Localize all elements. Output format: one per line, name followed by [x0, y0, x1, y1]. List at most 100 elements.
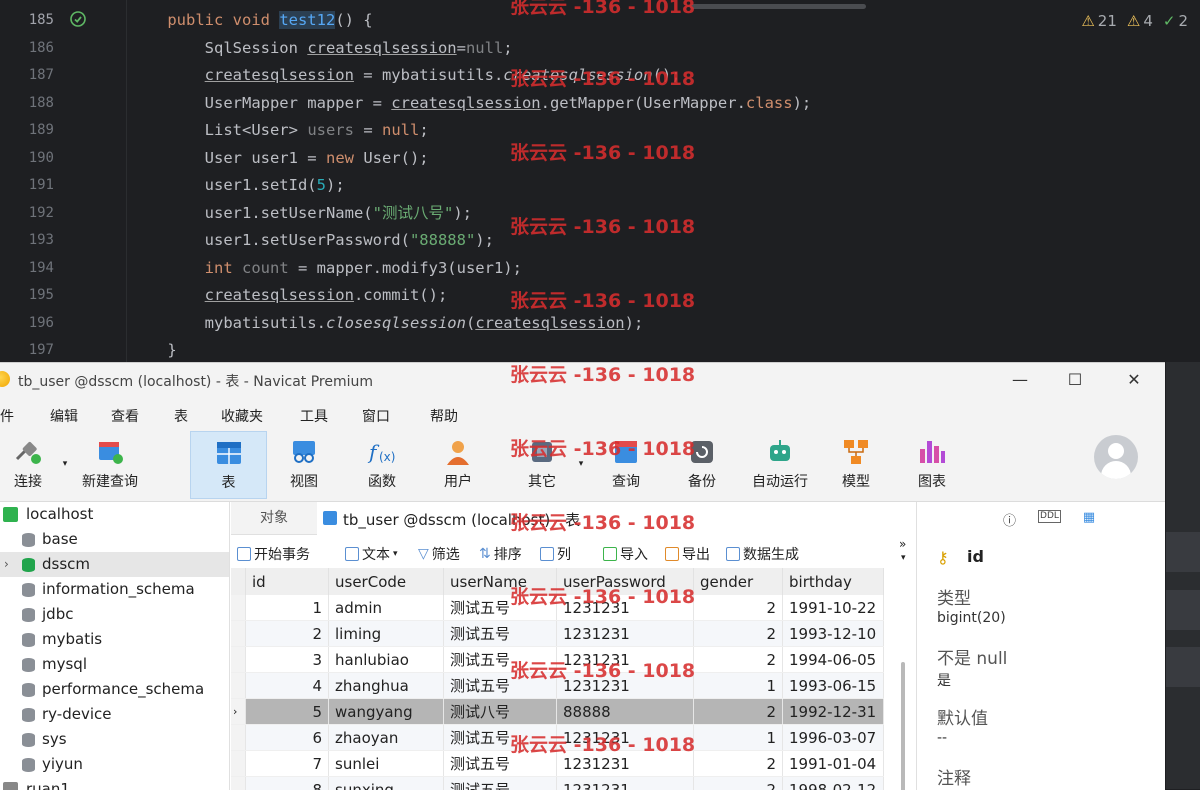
tree-db-information-schema[interactable]: information_schema — [0, 577, 229, 602]
table-row[interactable]: 6zhaoyan测试五号123123111996-03-07 — [231, 725, 884, 751]
close-button[interactable]: ✕ — [1111, 367, 1157, 393]
query-button[interactable]: 查询 — [594, 431, 658, 499]
grid-cell[interactable]: 2 — [694, 595, 783, 621]
connection-tree[interactable]: localhost base ›dsscm information_schema… — [0, 502, 230, 790]
grid-cell[interactable]: wangyang — [329, 699, 444, 725]
data-grid[interactable]: id userCode userName userPassword gender… — [231, 568, 893, 790]
grid-cell[interactable]: 5 — [246, 699, 329, 725]
chart-button[interactable]: 图表 — [900, 431, 964, 499]
filter-button[interactable]: ▽筛选 — [418, 544, 460, 564]
menu-help[interactable]: 帮助 — [430, 406, 458, 426]
menu-edit[interactable]: 编辑 — [50, 406, 78, 426]
tree-db-jdbc[interactable]: jdbc — [0, 602, 229, 627]
tree-db-ry-device[interactable]: ry-device — [0, 702, 229, 727]
grid-cell[interactable]: 1 — [694, 673, 783, 699]
user-button[interactable]: 用户 — [426, 431, 490, 499]
grid-cell[interactable]: 1231231 — [557, 621, 694, 647]
row-marker[interactable] — [231, 673, 246, 699]
code-area[interactable]: public void test12() { SqlSession create… — [130, 7, 811, 362]
weak-warnings-count[interactable]: ⚠4 — [1127, 12, 1153, 30]
grid-cell[interactable]: 88888 — [557, 699, 694, 725]
backup-button[interactable]: 备份 — [670, 431, 734, 499]
navicat-window[interactable]: tb_user @dsscm (localhost) - 表 - Navicat… — [0, 362, 1165, 790]
tree-connection-localhost[interactable]: localhost — [0, 502, 229, 527]
grid-icon[interactable]: ▦ — [1083, 510, 1095, 529]
grid-cell[interactable]: 2 — [694, 647, 783, 673]
tab-objects[interactable]: 对象 — [231, 502, 317, 534]
view-button[interactable]: 视图 — [272, 431, 336, 499]
other-button[interactable]: 其它 — [510, 431, 574, 499]
grid-cell[interactable]: 2 — [694, 777, 783, 790]
grid-cell[interactable]: 4 — [246, 673, 329, 699]
grid-cell[interactable]: 1994-06-05 — [783, 647, 884, 673]
menu-tools[interactable]: 工具 — [300, 406, 328, 426]
grid-cell[interactable]: 测试五号 — [444, 673, 557, 699]
column-header[interactable]: userName — [444, 568, 557, 595]
automation-button[interactable]: 自动运行 — [744, 431, 816, 499]
menu-table[interactable]: 表 — [174, 406, 188, 426]
grid-cell[interactable]: 2 — [694, 751, 783, 777]
grid-cell[interactable]: 1991-01-04 — [783, 751, 884, 777]
ddl-icon[interactable]: DDL — [1038, 510, 1061, 523]
more-chevron-icon[interactable]: » — [899, 537, 906, 551]
grid-cell[interactable]: 测试五号 — [444, 621, 557, 647]
rail-button[interactable] — [1166, 532, 1200, 572]
title-bar[interactable]: tb_user @dsscm (localhost) - 表 - Navicat… — [0, 363, 1165, 397]
row-marker[interactable] — [231, 647, 246, 673]
table-button[interactable]: 表 — [190, 431, 267, 499]
tree-db-yiyun[interactable]: yiyun — [0, 752, 229, 777]
grid-cell[interactable]: 测试五号 — [444, 751, 557, 777]
connect-button[interactable]: 连接 — [0, 431, 56, 499]
row-marker[interactable] — [231, 777, 246, 790]
info-icon[interactable]: ⓘ — [1003, 510, 1016, 529]
grid-cell[interactable]: sunlei — [329, 751, 444, 777]
grid-cell[interactable]: sunxing — [329, 777, 444, 790]
grid-cell[interactable]: 1993-06-15 — [783, 673, 884, 699]
tree-db-base[interactable]: base — [0, 527, 229, 552]
column-header[interactable]: id — [246, 568, 329, 595]
tree-db-dsscm[interactable]: ›dsscm — [0, 552, 229, 577]
warnings-count[interactable]: ⚠21 — [1081, 12, 1117, 30]
model-button[interactable]: 模型 — [824, 431, 888, 499]
columns-button[interactable]: 列 — [540, 544, 571, 564]
menu-view[interactable]: 查看 — [111, 406, 139, 426]
tree-connection-ruan1[interactable]: ruan1 — [0, 777, 229, 790]
begin-transaction-button[interactable]: 开始事务 — [237, 544, 310, 564]
grid-cell[interactable]: 1231231 — [557, 673, 694, 699]
grid-cell[interactable]: liming — [329, 621, 444, 647]
grid-cell[interactable]: 1231231 — [557, 725, 694, 751]
expand-arrow-icon[interactable]: › — [4, 552, 9, 577]
column-header[interactable]: gender — [694, 568, 783, 595]
data-generation-button[interactable]: 数据生成 — [726, 544, 799, 564]
table-row[interactable]: ›5wangyang测试八号8888821992-12-31 — [231, 699, 884, 725]
tree-db-performance-schema[interactable]: performance_schema — [0, 677, 229, 702]
code-editor[interactable]: 185 186 187 188 189 190 191 192 193 194 … — [0, 0, 1200, 362]
grid-cell[interactable]: 1231231 — [557, 647, 694, 673]
tree-db-mybatis[interactable]: mybatis — [0, 627, 229, 652]
column-header[interactable]: userCode — [329, 568, 444, 595]
grid-cell[interactable]: 测试五号 — [444, 777, 557, 790]
table-row[interactable]: 3hanlubiao测试五号123123121994-06-05 — [231, 647, 884, 673]
tab-tb-user[interactable]: tb_user @dsscm (localhost) - 表 — [317, 502, 915, 535]
row-marker[interactable] — [231, 725, 246, 751]
rail-button[interactable] — [1166, 590, 1200, 630]
table-row[interactable]: 4zhanghua测试五号123123111993-06-15 — [231, 673, 884, 699]
column-header[interactable]: userPassword — [557, 568, 694, 595]
grid-cell[interactable]: 1231231 — [557, 595, 694, 621]
run-test-icon[interactable] — [70, 11, 86, 27]
rail-button[interactable] — [1166, 647, 1200, 687]
grid-cell[interactable]: 1992-12-31 — [783, 699, 884, 725]
grid-cell[interactable]: hanlubiao — [329, 647, 444, 673]
menu-favorites[interactable]: 收藏夹 — [221, 406, 263, 426]
new-query-button[interactable]: 新建查询 — [76, 431, 144, 499]
row-marker[interactable]: › — [231, 699, 246, 725]
minimize-button[interactable]: — — [997, 367, 1043, 393]
other-dropdown-icon[interactable]: ▾ — [576, 459, 586, 469]
grid-cell[interactable]: 测试八号 — [444, 699, 557, 725]
row-marker[interactable] — [231, 621, 246, 647]
maximize-button[interactable]: ☐ — [1052, 367, 1098, 393]
inspection-widget[interactable]: ⚠21 ⚠4 ✓2 — [1081, 12, 1188, 30]
row-marker[interactable] — [231, 751, 246, 777]
export-button[interactable]: 导出 — [665, 544, 710, 564]
ok-count[interactable]: ✓2 — [1163, 12, 1188, 30]
